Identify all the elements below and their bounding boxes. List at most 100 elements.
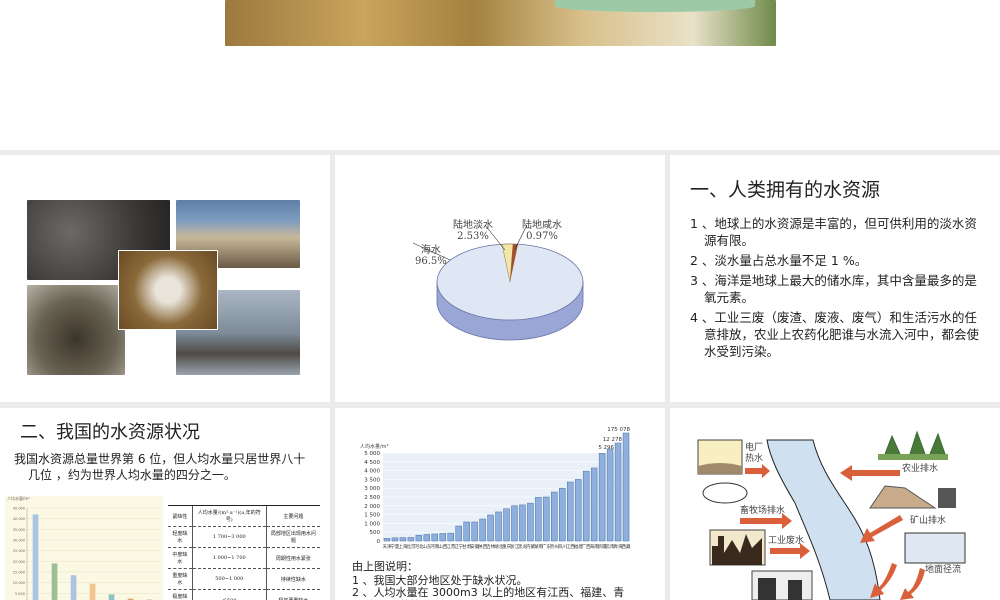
y-tick-label: 30 000: [13, 539, 25, 543]
label-salt-water: 陆地咸水 0.97%: [522, 220, 562, 242]
mountain-icon: [869, 485, 937, 509]
bar-甘肃: [463, 521, 470, 542]
bar: [32, 514, 39, 600]
bar-安徽: [471, 521, 478, 542]
bar-内蒙古: [527, 502, 534, 542]
bar-陕西: [479, 518, 486, 542]
y-tick-label: 0: [377, 539, 381, 545]
slide-6[interactable]: 人均水量/m³ 0 500 1 000 1 500 2 000 2 500 3 000 3 5…: [335, 408, 665, 600]
slide-2[interactable]: [0, 155, 330, 402]
point-3: 3 、海洋是地球上最大的储水库，其中含量最多的是氧元素。: [690, 273, 977, 305]
slide-5[interactable]: 二、我国的水资源状况 我国水资源总量世界第 6 位，但人均水量只居世界八十几位 …: [0, 408, 330, 600]
bar-湖北: [495, 511, 502, 542]
bar-江苏: [447, 532, 454, 542]
y-tick-label: 3 000: [364, 486, 380, 492]
slide-7[interactable]: 电厂热水 农业排水 畜牧场排水 矿山排水 工业废水 地面径流: [670, 408, 1000, 600]
bar-吉林: [487, 514, 494, 542]
province-water-chart: 人均水量/m³ 0 500 1 000 1 500 2 000 2 500 3 000 3 5…: [345, 423, 635, 560]
label-runoff: 地面径流: [925, 565, 962, 575]
bar-北京: [407, 537, 415, 542]
bar-西藏: [622, 432, 630, 542]
bar-海南: [590, 467, 598, 542]
y-tick-label: 1 000: [364, 521, 380, 527]
bar-上海: [399, 537, 407, 542]
slide-body: 1 、地球上的水资源是丰富的，但可供利用的淡水资源有限。 2 、淡水量占总水量不…: [690, 215, 980, 363]
bar-黑龙江: [519, 504, 526, 542]
oily-bird-photo: [27, 285, 125, 375]
bar-云南: [606, 448, 614, 542]
bar: [70, 575, 77, 600]
bar-广东: [543, 496, 550, 542]
bar-山西: [439, 533, 446, 542]
bar: [108, 594, 115, 600]
world-water-chart: 人均水量/m³ 5 000 10 000 15 000 20 000 25 000 30 …: [5, 496, 163, 600]
data-label: 12 278: [603, 437, 623, 443]
label-fresh-water: 陆地淡水 2.53%: [453, 220, 493, 242]
y-tick-label: 2 000: [364, 504, 380, 510]
y-tick-label: 5 000: [15, 592, 25, 596]
bar-重庆: [503, 508, 510, 542]
bar-河南: [431, 533, 439, 542]
point-1: 1 、地球上的水资源是丰富的，但可供利用的淡水资源有限。: [690, 216, 977, 248]
label-mine: 矿山排水: [910, 516, 947, 526]
slide-title: 一、人类拥有的水资源: [690, 179, 881, 201]
bar: [89, 583, 96, 600]
bar-浙江: [511, 505, 518, 542]
arrow-mine: [860, 515, 903, 543]
landscape-photo: [225, 0, 776, 46]
bar-新疆: [598, 453, 606, 542]
slide-4[interactable]: 一、人类拥有的水资源 1 、地球上的水资源是丰富的，但可供利用的淡水资源有限。 …: [670, 155, 1000, 402]
label-livestock: 畜牧场排水: [740, 506, 786, 516]
bar-江西: [567, 481, 574, 542]
label-seawater: 海水 96.5%: [415, 245, 447, 267]
oil-pump-icon: [938, 488, 956, 508]
data-label: 175 078: [607, 427, 630, 433]
y-tick-label: 5 000: [364, 451, 380, 457]
point-2: 2 、淡水量占总水量不足 1 %。: [690, 253, 868, 268]
y-tick-label: 15 000: [13, 571, 25, 575]
point-4: 4 、工业三废（废渣、废液、废气）和生活污水的任意排放，农业上农药化肥谁与水流入…: [690, 310, 980, 359]
bar-福建: [574, 479, 582, 542]
x-tick-label: 西藏: [622, 543, 631, 550]
bar-湖南: [535, 497, 542, 542]
slide-body: 我国水资源总量世界第 6 位，但人均水量只居世界八十几位 ，约为世界人均水量的四…: [14, 452, 306, 482]
water-shortage-table: 紧缺性 人均水量/(m³·a⁻¹)(a,年的符号) 主要问题 轻度缺水 1 700~3…: [168, 505, 320, 600]
data-label: 5 296: [598, 445, 614, 451]
slide-1[interactable]: [0, 0, 1000, 150]
bar-青海: [614, 442, 622, 542]
seagull-photo: [118, 250, 218, 330]
farm-icon: [878, 454, 948, 460]
runoff-icon: [904, 532, 966, 564]
label-industry: 工业废水: [768, 536, 805, 546]
bar-四川: [559, 487, 566, 542]
label-power-plant: 电厂热水: [745, 443, 764, 464]
arrow-power-plant: [745, 464, 770, 478]
y-tick-label: 1 500: [364, 513, 380, 519]
y-tick-label: 25 000: [13, 549, 25, 553]
cow-icon: [702, 482, 748, 504]
y-tick-label: 10 000: [13, 581, 25, 585]
bar-辽宁: [455, 525, 462, 542]
bar-天津: [383, 538, 391, 542]
bar: [51, 563, 58, 600]
y-tick-label: 40 000: [13, 517, 25, 521]
y-tick-label: 20 000: [13, 560, 25, 564]
arrow-farm: [840, 465, 900, 481]
y-tick-label: 3 500: [364, 477, 380, 483]
y-tick-label: 500: [370, 530, 381, 536]
bar-广西: [582, 470, 590, 542]
y-tick-label: 2 500: [364, 495, 380, 501]
label-farm: 农业排水: [902, 464, 939, 474]
slide-title: 二、我国的水资源状况: [20, 422, 200, 443]
bar-河北: [415, 534, 423, 542]
bar-山东: [423, 534, 431, 542]
y-tick-label: 4 000: [364, 469, 380, 475]
bar-宁夏: [391, 537, 399, 542]
point-2: 2 、人均水量在 3000m3 以上的地区有江西、福建、青海、西藏等。: [352, 586, 625, 600]
y-tick-label: 45 000: [13, 507, 25, 511]
bar-贵州: [551, 491, 558, 542]
slide-3[interactable]: 海水 96.5% 陆地淡水 2.53% 陆地咸水 0.97%: [335, 155, 665, 402]
y-tick-label: 35 000: [13, 528, 25, 532]
water-pie-chart: [412, 224, 584, 341]
y-tick-label: 4 500: [364, 460, 380, 466]
